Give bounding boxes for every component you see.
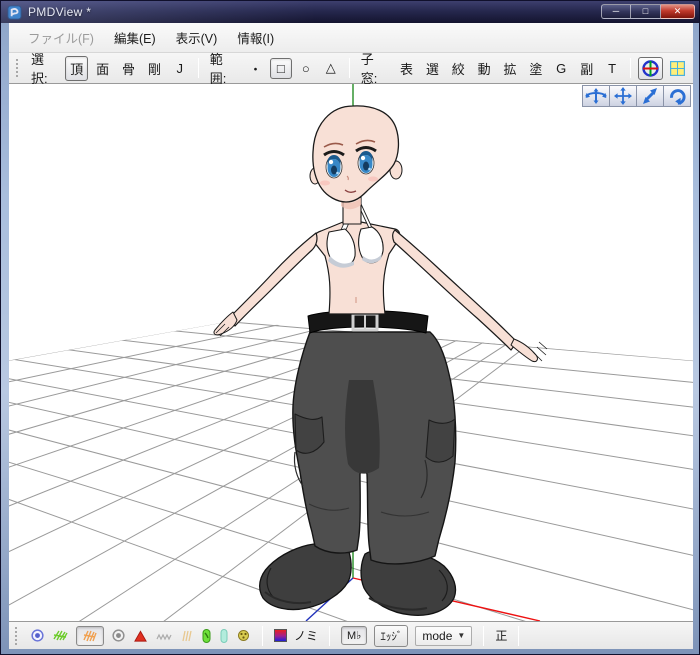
menu-bar: ファイル(F) 編集(E) 表示(V) 情報(I) <box>9 23 693 53</box>
app-icon <box>7 4 22 20</box>
subwin-filter-button[interactable]: 絞 <box>447 56 470 81</box>
orbit-icon <box>585 88 607 104</box>
green-capsule-icon <box>202 628 211 643</box>
minimize-button[interactable]: ─ <box>601 4 631 19</box>
select-rigid-button[interactable]: 剛 <box>143 56 166 81</box>
subwin-expand-button[interactable]: 拡 <box>498 56 521 81</box>
mode-dropdown[interactable]: mode ▼ <box>415 625 473 646</box>
select-label: 選択: <box>31 52 48 86</box>
maximize-button[interactable]: □ <box>631 4 661 19</box>
cyan-capsule-toggle[interactable] <box>219 628 229 644</box>
close-button[interactable]: ✕ <box>661 4 695 19</box>
pan-icon <box>614 87 632 105</box>
main-toolbar: 選択: 頂 面 骨 剛 J 範囲: ・ □ ○ △ 子窓: 表 選 絞 動 拡 … <box>9 52 693 86</box>
rotate-icon <box>670 89 686 105</box>
scene <box>9 84 693 621</box>
range-rect-button[interactable]: □ <box>269 57 292 79</box>
window-title: PMDView * <box>28 5 92 19</box>
select-bone-button[interactable]: 骨 <box>117 56 140 81</box>
edge-toggle-button[interactable]: ｴｯｼﾞ <box>374 624 409 647</box>
separator <box>518 625 520 646</box>
separator <box>197 58 199 78</box>
subwin-motion-button[interactable]: 動 <box>473 56 496 81</box>
radio-gray-icon <box>112 629 125 642</box>
orbit-view-button[interactable] <box>582 85 610 107</box>
subwin-t-button[interactable]: T <box>601 58 623 79</box>
subwin-display-button[interactable]: 表 <box>395 56 418 81</box>
mb-toggle-button[interactable]: M♭ <box>341 626 368 645</box>
green-hatch-toggle[interactable] <box>52 628 69 643</box>
yellow-flower-icon <box>238 630 249 641</box>
character-model <box>213 105 548 616</box>
rotate-view-button[interactable] <box>663 85 691 107</box>
subwindow-label: 子窓: <box>360 52 378 86</box>
tan-hatch-toggle[interactable] <box>180 629 194 643</box>
nomi-label: ノミ <box>294 629 319 643</box>
view-nav-buttons <box>582 85 691 107</box>
cyan-capsule-icon <box>220 628 228 643</box>
pmdview-window: PMDView * ─ □ ✕ ファイル(F) 編集(E) 表示(V) 情報(I… <box>0 0 700 655</box>
separator <box>329 625 331 646</box>
3d-viewport[interactable] <box>9 84 693 621</box>
trackball-toggle-button[interactable] <box>638 56 664 80</box>
menu-edit[interactable]: 編集(E) <box>105 24 165 51</box>
gray-radio-toggle[interactable] <box>111 628 126 643</box>
green-capsule-toggle[interactable] <box>201 628 212 644</box>
toolbar-grip <box>16 59 21 77</box>
gray-zigzag-icon <box>156 633 172 640</box>
bottom-toolbar: ノミ M♭ ｴｯｼﾞ mode ▼ 正 <box>9 621 693 649</box>
bottombar-grip <box>15 626 20 645</box>
subwin-paint-button[interactable]: 塗 <box>524 56 547 81</box>
orange-hatch-icon <box>83 630 97 641</box>
green-hatch-icon <box>53 630 68 641</box>
range-label: 範囲: <box>209 52 227 86</box>
menu-view[interactable]: 表示(V) <box>167 24 227 51</box>
zoom-arrow-icon <box>643 88 657 104</box>
title-bar: PMDView * ─ □ ✕ <box>1 1 699 23</box>
select-vertex-button[interactable]: 頂 <box>65 55 89 81</box>
separator <box>483 625 485 646</box>
subwin-select-button[interactable]: 選 <box>421 56 444 81</box>
range-triangle-button[interactable]: △ <box>320 57 342 79</box>
chevron-down-icon: ▼ <box>457 631 466 640</box>
menu-file[interactable]: ファイル(F) <box>19 24 103 51</box>
gray-zigzag-toggle[interactable] <box>155 629 173 643</box>
trackball-icon <box>642 59 659 77</box>
subwin-g-button[interactable]: G <box>550 58 572 79</box>
red-triangle-icon <box>134 629 147 642</box>
separator <box>630 58 632 78</box>
zoom-view-button[interactable] <box>636 85 664 107</box>
pan-view-button[interactable] <box>609 85 637 107</box>
separator <box>348 58 350 78</box>
yellow-flower-toggle[interactable] <box>236 628 251 643</box>
quad-view-button[interactable] <box>666 58 689 79</box>
vertex-display-toggle[interactable] <box>30 628 45 643</box>
range-circle-button[interactable]: ○ <box>295 58 317 79</box>
radio-blue-icon <box>31 629 44 642</box>
color-swatch[interactable] <box>274 629 287 642</box>
separator <box>262 625 263 646</box>
tan-hatch-icon <box>182 630 192 641</box>
quad-view-icon <box>670 60 686 76</box>
select-face-button[interactable]: 面 <box>91 56 114 81</box>
mode-dropdown-label: mode <box>422 628 453 643</box>
range-point-button[interactable]: ・ <box>244 56 267 81</box>
menu-info[interactable]: 情報(I) <box>228 24 283 51</box>
view-direction-label[interactable]: 正 <box>495 627 507 644</box>
select-joint-button[interactable]: J <box>169 58 191 79</box>
rigid-display-toggle[interactable] <box>133 629 148 643</box>
orange-hatch-toggle[interactable] <box>76 625 104 646</box>
subwin-sub-button[interactable]: 副 <box>575 56 598 81</box>
